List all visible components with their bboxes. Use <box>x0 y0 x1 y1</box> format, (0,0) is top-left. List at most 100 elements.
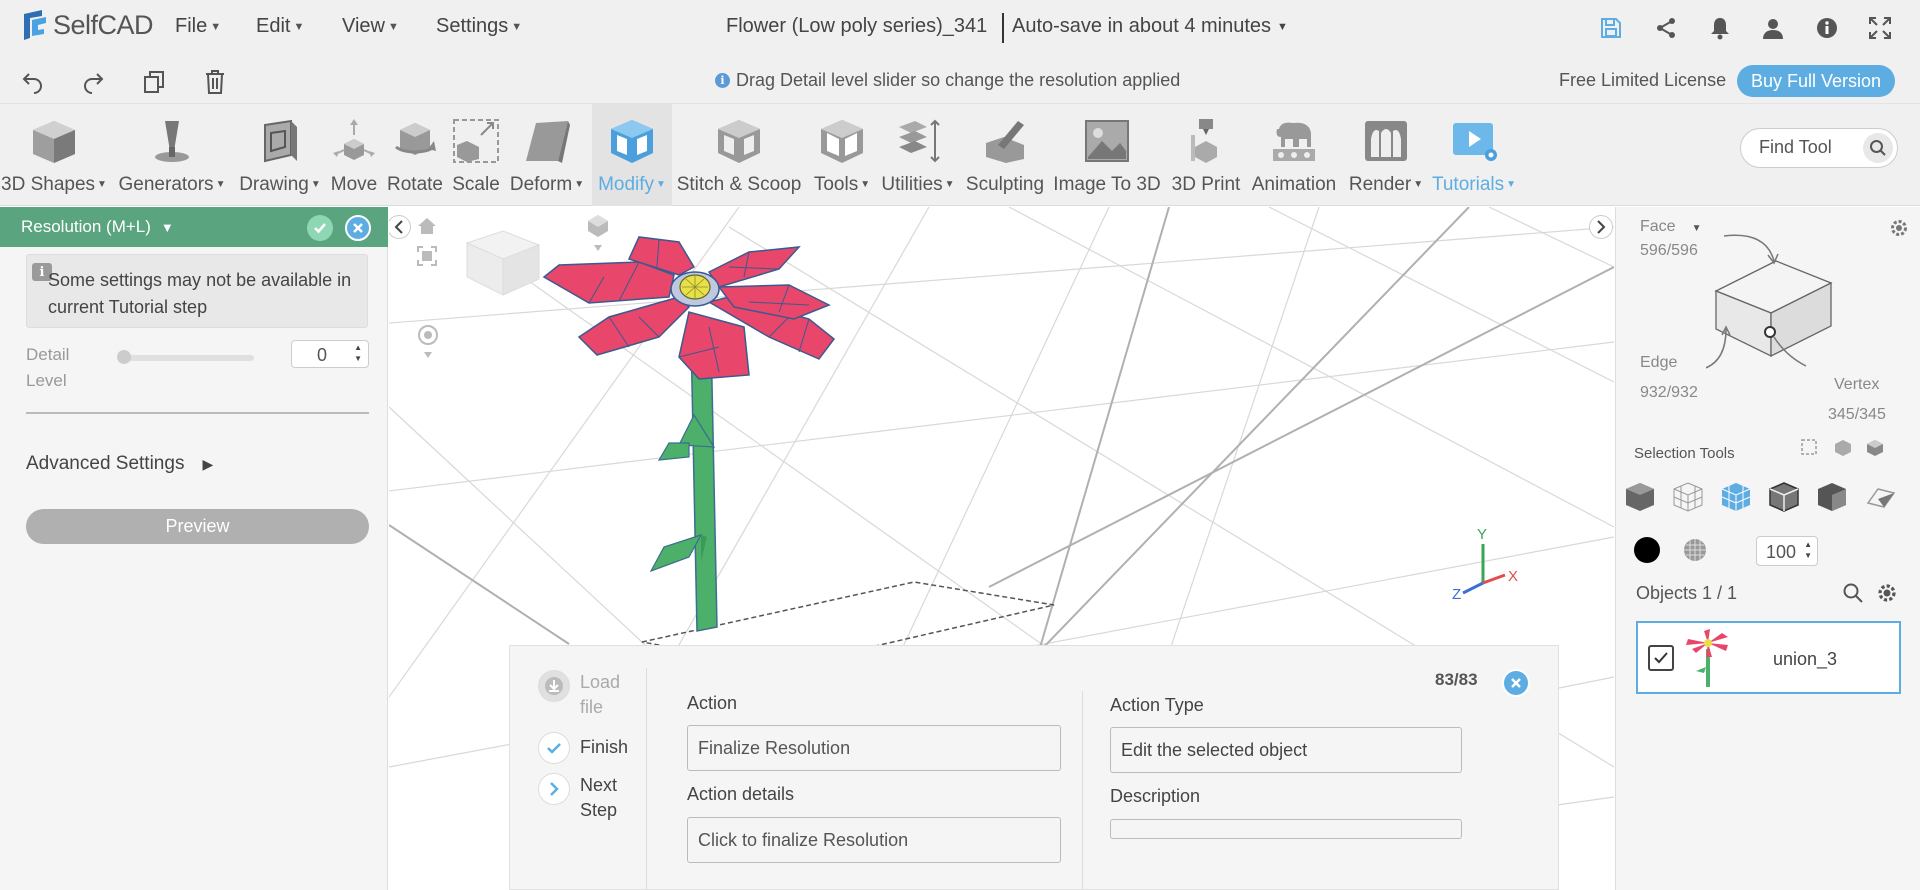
menu-view[interactable]: View ▼ <box>342 15 399 38</box>
tool-label: Tools <box>813 174 859 195</box>
chevron-down-icon: ▼ <box>1277 20 1288 33</box>
tool-move[interactable]: Move <box>326 104 382 206</box>
preview-button[interactable]: Preview <box>26 509 369 544</box>
tool-utilities[interactable]: Utilities ▼ <box>876 104 960 206</box>
visibility-checkbox[interactable] <box>1648 645 1674 671</box>
edge-select-icon[interactable] <box>1766 479 1802 515</box>
tool-image-to-3d[interactable]: Image To 3D <box>1052 104 1162 206</box>
decrement-icon[interactable]: ▼ <box>1804 551 1812 560</box>
tool-tutorials[interactable]: Tutorials ▼ <box>1430 104 1518 206</box>
action-label: Action <box>687 693 738 713</box>
collapse-right-panel-icon[interactable] <box>1589 215 1613 239</box>
vertex-count: 345/345 <box>1828 406 1886 423</box>
tool-label: Stitch & Scoop <box>676 174 802 195</box>
info-icon[interactable] <box>1813 14 1841 42</box>
confirm-icon[interactable] <box>307 215 333 241</box>
tool-animation[interactable]: Animation <box>1248 104 1340 206</box>
expand-triangle-icon: ▶ <box>202 455 214 472</box>
redo-icon[interactable] <box>80 69 106 95</box>
tool-label: Render <box>1348 174 1412 195</box>
modify-icon <box>604 116 660 166</box>
tool-tools[interactable]: Tools ▼ <box>810 104 874 206</box>
tool-generators[interactable]: Generators ▼ <box>115 104 229 206</box>
menu-edit[interactable]: Edit ▼ <box>256 15 304 38</box>
face-mode-dropdown[interactable]: Face ▼ <box>1640 218 1701 236</box>
tool-label: Rotate <box>387 174 443 195</box>
color-picker[interactable] <box>1634 537 1660 563</box>
user-icon[interactable] <box>1759 14 1787 42</box>
search-icon[interactable] <box>1863 133 1893 163</box>
search-icon[interactable] <box>1842 582 1864 609</box>
view-cube[interactable] <box>465 230 541 296</box>
find-tool-input[interactable] <box>1759 137 1864 158</box>
box-select-icon[interactable] <box>1801 439 1821 462</box>
menu-file[interactable]: File ▼ <box>175 15 221 38</box>
vertex-select-icon[interactable] <box>1814 479 1850 515</box>
document-title[interactable]: Flower (Low poly series)_341 <box>726 15 987 38</box>
tool-deform[interactable]: Deform ▼ <box>506 104 588 206</box>
opacity-input[interactable]: 100 ▲ ▼ <box>1756 536 1818 566</box>
edge-label: Edge <box>1640 354 1678 371</box>
orbit-icon[interactable] <box>417 324 439 365</box>
undo-icon[interactable] <box>20 69 46 95</box>
detail-level-input[interactable]: 0 ▲ ▼ <box>291 340 369 368</box>
autosave-label: Auto-save in about 4 minutes <box>1012 15 1272 37</box>
panel-title[interactable]: Resolution (M+L) ▼ <box>21 217 174 237</box>
face-select-icon[interactable] <box>1718 479 1754 515</box>
camera-icon[interactable] <box>584 213 612 258</box>
find-tool-search[interactable] <box>1740 128 1898 168</box>
wireframe-select-icon[interactable] <box>1670 479 1706 515</box>
fit-view-icon[interactable] <box>416 245 438 272</box>
action-type-label: Action Type <box>1110 695 1204 715</box>
utilities-icon <box>890 116 946 166</box>
flower-model[interactable] <box>542 236 836 632</box>
step-next[interactable]: Next Step <box>538 773 640 823</box>
close-icon[interactable] <box>1502 669 1530 697</box>
chevron-down-icon: ▼ <box>97 179 107 191</box>
copy-icon[interactable] <box>141 69 167 95</box>
increment-icon[interactable]: ▲ <box>1804 540 1812 549</box>
object-list-item[interactable]: union_3 <box>1636 621 1901 694</box>
select-all-icon[interactable] <box>1833 439 1853 462</box>
tool-rotate[interactable]: Rotate <box>384 104 446 206</box>
slider-handle[interactable] <box>117 350 131 364</box>
close-icon[interactable] <box>345 215 371 241</box>
tool-scale[interactable]: Scale <box>448 104 504 206</box>
save-icon[interactable] <box>1597 14 1625 42</box>
invert-select-icon[interactable] <box>1865 439 1885 462</box>
tool-label: Animation <box>1251 174 1337 195</box>
buy-full-version-button[interactable]: Buy Full Version <box>1737 65 1895 97</box>
gear-icon[interactable] <box>1876 582 1898 609</box>
detail-level-slider[interactable] <box>120 355 254 361</box>
step-finish[interactable]: Finish <box>538 732 640 764</box>
home-view-icon[interactable] <box>416 216 438 241</box>
step-load-file[interactable]: Load file <box>538 670 640 720</box>
menu-settings[interactable]: Settings ▼ <box>436 15 522 38</box>
bell-icon[interactable] <box>1706 14 1734 42</box>
advanced-settings-toggle[interactable]: Advanced Settings ▶ <box>26 453 213 475</box>
tool-modify[interactable]: Modify ▼ <box>592 104 672 206</box>
scale-icon <box>448 116 504 166</box>
material-icon[interactable] <box>1681 536 1709 564</box>
plane-select-icon[interactable] <box>1862 479 1898 515</box>
hint-label: Drag Detail level slider so change the r… <box>736 70 1181 90</box>
autosave-dropdown[interactable]: Auto-save in about 4 minutes ▼ <box>1012 15 1288 38</box>
increment-icon[interactable]: ▲ <box>354 343 362 352</box>
object-select-icon[interactable] <box>1622 479 1658 515</box>
tool-drawing[interactable]: Drawing ▼ <box>234 104 326 206</box>
fullscreen-icon[interactable] <box>1866 14 1894 42</box>
tool-label: Image To 3D <box>1053 174 1161 195</box>
tool-stitch-scoop[interactable]: Stitch & Scoop <box>674 104 804 206</box>
selection-mode-cube[interactable] <box>1706 221 1896 371</box>
tool-sculpting[interactable]: Sculpting <box>962 104 1048 206</box>
selfcad-logo[interactable]: SelfCAD <box>20 8 154 42</box>
menu-file-label: File <box>175 15 208 37</box>
share-icon[interactable] <box>1652 14 1680 42</box>
tool-3d-print[interactable]: 3D Print <box>1166 104 1246 206</box>
decrement-icon[interactable]: ▼ <box>354 354 362 363</box>
trash-icon[interactable] <box>202 69 228 95</box>
tool-render[interactable]: Render ▼ <box>1344 104 1428 206</box>
sculpting-icon <box>977 116 1033 166</box>
cube-icon <box>26 116 82 166</box>
tool-3d-shapes[interactable]: 3D Shapes ▼ <box>0 104 108 206</box>
